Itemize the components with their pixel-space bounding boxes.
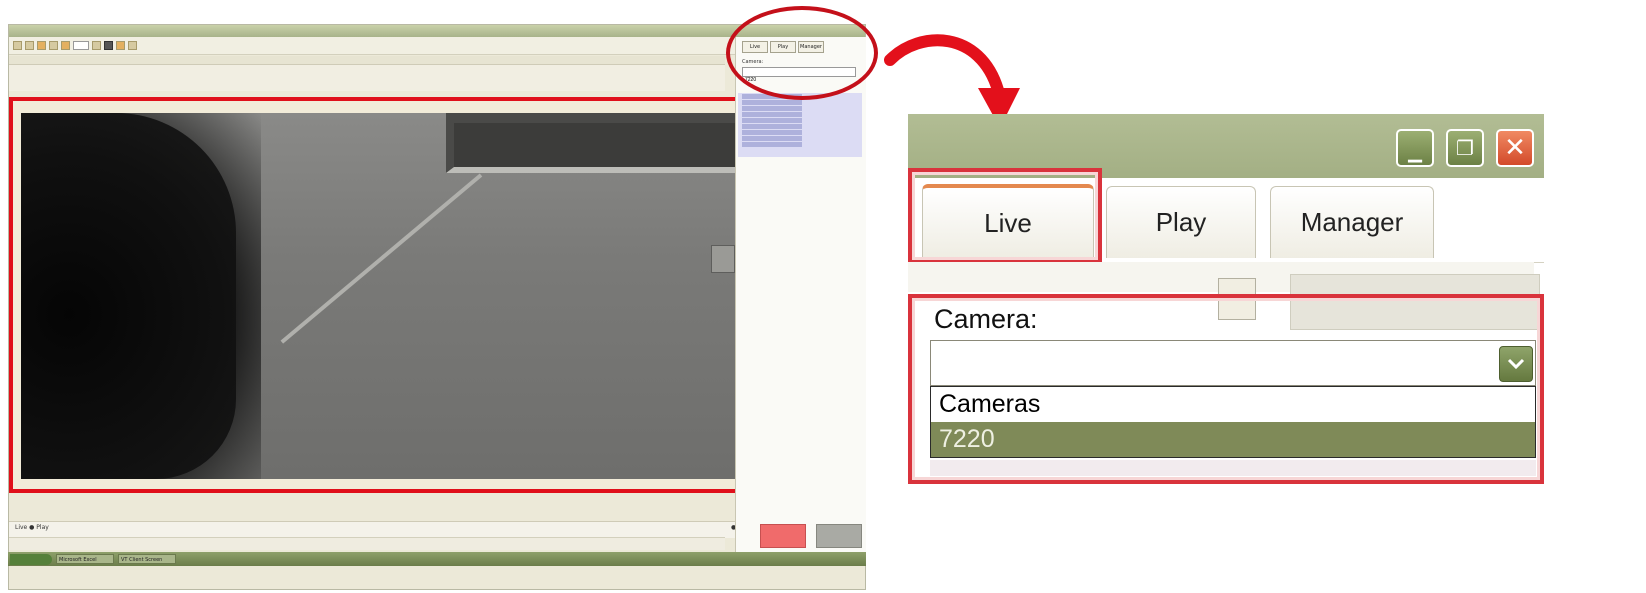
taskbar-item[interactable]: Microsoft Excel (56, 554, 114, 564)
side-panel: Live Play Manager Camera: 7220 (735, 37, 866, 555)
close-icon: ✕ (1504, 133, 1526, 163)
list-item[interactable] (742, 106, 802, 111)
toolbar-button[interactable] (49, 41, 58, 50)
status-line (9, 537, 725, 550)
minimize-button[interactable]: ▁ (1396, 129, 1434, 167)
toolbar-button[interactable] (61, 41, 70, 50)
video-window-frame (446, 113, 743, 173)
list-item[interactable] (742, 124, 802, 129)
close-button[interactable] (816, 524, 862, 548)
zoom-field[interactable] (73, 41, 89, 50)
zoomed-panel: ▁ ❐ ✕ Live Play Manager Camera: Cameras … (908, 114, 1544, 487)
video-cable (280, 173, 483, 344)
camera-option-7220[interactable]: 7220 (931, 422, 1535, 457)
video-outlet (711, 245, 735, 273)
restore-button[interactable]: ❐ (1446, 129, 1484, 167)
chevron-down-icon (1507, 358, 1525, 370)
app-subbar (9, 56, 725, 65)
list-item[interactable] (742, 142, 802, 147)
camera-options-list[interactable]: Cameras 7220 (930, 386, 1536, 458)
live-tab-highlight-box (908, 168, 1102, 264)
restore-icon: ❐ (1456, 136, 1474, 160)
list-item[interactable] (742, 112, 802, 117)
start-button[interactable] (10, 553, 52, 565)
minimize-icon: ▁ (1408, 142, 1422, 163)
stop-button[interactable] (760, 524, 806, 548)
camera-dropdown-button[interactable] (1499, 346, 1533, 382)
list-item[interactable] (742, 118, 802, 123)
app-window: Live ● Play ● Rec Live Play Manager Came… (8, 24, 866, 590)
camera-select[interactable] (930, 340, 1536, 386)
tab-play[interactable]: Play (1106, 186, 1256, 258)
video-shadow-gradient (21, 113, 261, 479)
live-play-toggle[interactable]: Live ● Play (15, 524, 49, 531)
list-peek (930, 460, 1536, 476)
live-video-feed[interactable] (21, 113, 743, 479)
list-item[interactable] (742, 100, 802, 105)
app-subbar-area (9, 65, 725, 91)
camera-option-header[interactable]: Cameras (931, 387, 1535, 422)
windows-taskbar: Microsoft Excel VT Client Screen (8, 552, 866, 566)
toolbar-button[interactable] (37, 41, 46, 50)
list-item[interactable] (742, 136, 802, 141)
toolbar-button[interactable] (116, 41, 125, 50)
tab-manager[interactable]: Manager (1270, 186, 1434, 258)
toolbar-button[interactable] (128, 41, 137, 50)
control-list[interactable] (738, 93, 862, 157)
list-item[interactable] (742, 130, 802, 135)
close-window-button[interactable]: ✕ (1496, 129, 1534, 167)
toolbar-button[interactable] (13, 41, 22, 50)
toolbar-button[interactable] (25, 41, 34, 50)
tab-highlight-circle (726, 6, 878, 100)
toolbar-button[interactable] (104, 41, 113, 50)
camera-label: Camera: (934, 304, 1038, 334)
toolbar-button[interactable] (92, 41, 101, 50)
taskbar-item[interactable]: VT Client Screen (118, 554, 176, 564)
video-footer: Live ● Play ● Rec (9, 521, 761, 538)
